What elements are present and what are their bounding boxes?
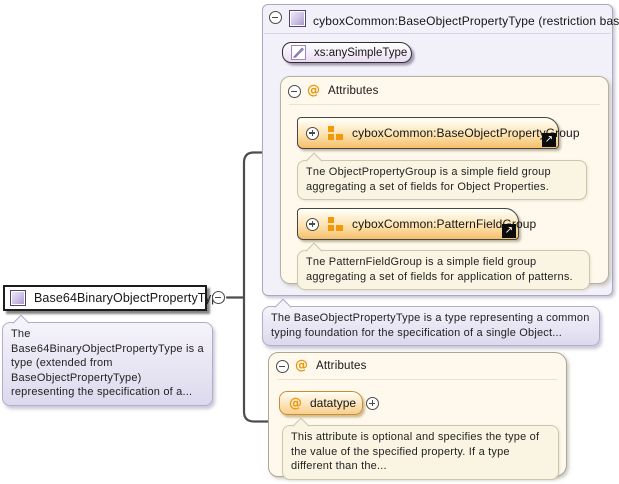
group-annotation-text: The PatternFieldGroup is a simple field …	[306, 256, 573, 283]
group-expand-toggle[interactable]	[306, 126, 319, 140]
attribute-at-icon: @	[289, 395, 302, 411]
attribute-name: datatype	[310, 396, 357, 410]
base-type-annotation-text: The BaseObjectPropertyType is a type rep…	[271, 312, 590, 339]
attributes-collapse-toggle[interactable]	[276, 360, 289, 373]
base-attributes-box: @ Attributes cyboxCommon:BaseObjectPrope…	[280, 76, 609, 290]
attribute-group-patternfieldgroup[interactable]: cyboxCommon:PatternFieldGroup ↗	[297, 208, 536, 240]
base-type-panel: cyboxCommon:BaseObjectPropertyType (rest…	[262, 4, 619, 296]
navigate-to-definition-icon[interactable]: ↗	[502, 224, 516, 238]
navigate-to-definition-icon[interactable]: ↗	[542, 133, 556, 147]
group-annotation: The ObjectPropertyGroup is a simple fiel…	[297, 152, 587, 200]
root-collapse-toggle[interactable]	[212, 291, 225, 304]
simple-type-icon	[291, 45, 306, 60]
base-simple-type-label: xs:anySimpleType	[314, 46, 408, 59]
complex-type-icon	[289, 10, 306, 27]
root-type-label: Base64BinaryObjectPropertyType	[34, 291, 226, 305]
attributes-header: Attributes	[316, 360, 367, 372]
divider	[264, 33, 611, 34]
attributes-header: Attributes	[328, 85, 379, 97]
complex-type-icon	[10, 290, 26, 306]
attribute-group-icon	[328, 126, 343, 140]
attribute-at-icon: @	[295, 358, 308, 373]
group-annotation: The PatternFieldGroup is a simple field …	[297, 242, 590, 290]
attribute-datatype[interactable]: @ datatype	[279, 391, 363, 415]
group-expand-toggle[interactable]	[306, 217, 319, 231]
attribute-group-icon	[328, 217, 343, 231]
base-type-annotation: The BaseObjectPropertyType is a type rep…	[262, 298, 600, 346]
attribute-group-baseobjectpropertygroup[interactable]: cyboxCommon:BaseObjectPropertyGroup ↗	[297, 117, 580, 149]
attribute-expand-toggle[interactable]	[366, 397, 379, 410]
attribute-annotation-text: This attribute is optional and specifies…	[291, 431, 540, 472]
base-panel-title: cyboxCommon:BaseObjectPropertyType (rest…	[313, 14, 619, 28]
own-attributes-panel: @ Attributes @ datatype This attribute i…	[268, 352, 567, 480]
attribute-at-icon: @	[307, 83, 320, 98]
divider	[277, 379, 558, 380]
base-simple-type[interactable]: xs:anySimpleType	[282, 42, 412, 63]
root-type-box[interactable]: Base64BinaryObjectPropertyType	[3, 285, 225, 311]
root-annotation: The Base64BinaryObjectPropertyType is a …	[2, 314, 213, 406]
root-annotation-text: The Base64BinaryObjectPropertyType is a …	[11, 328, 204, 398]
group-annotation-text: The ObjectPropertyGroup is a simple fiel…	[306, 166, 551, 193]
attribute-annotation: This attribute is optional and specifies…	[282, 417, 559, 480]
panel-collapse-toggle[interactable]	[269, 11, 282, 24]
divider	[289, 104, 600, 105]
attributes-collapse-toggle[interactable]	[288, 85, 301, 98]
